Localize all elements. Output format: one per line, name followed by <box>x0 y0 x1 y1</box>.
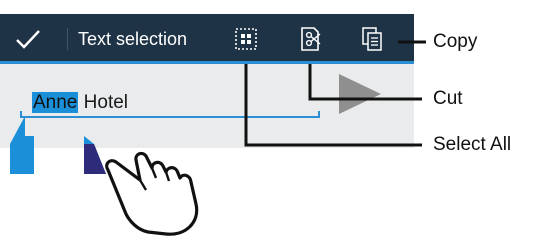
cut-leader-line <box>308 64 422 101</box>
select-all-callout-label: Select All <box>433 134 512 155</box>
cut-callout-label: Cut <box>433 88 463 109</box>
copy-callout-label: Copy <box>433 31 478 52</box>
select-all-leader-line <box>244 64 422 147</box>
